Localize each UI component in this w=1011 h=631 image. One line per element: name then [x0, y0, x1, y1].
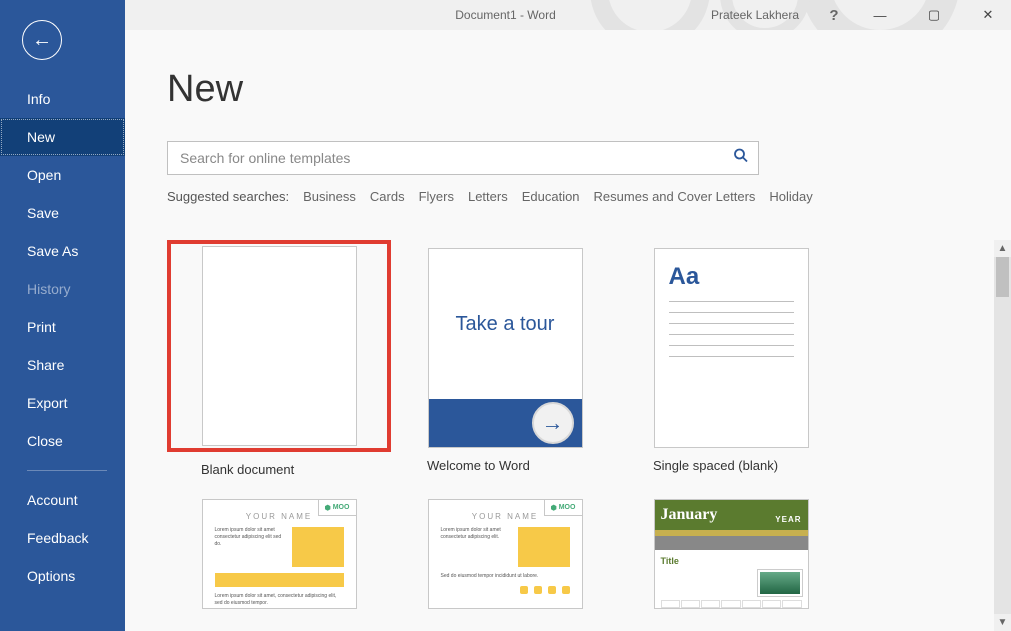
backstage-sidebar: ← Info New Open Save Save As History Pri… [0, 0, 125, 631]
search-input[interactable] [167, 141, 759, 175]
template-grid-wrap: Blank document Take a tour → Welcome to … [167, 240, 991, 631]
help-button[interactable]: ? [819, 0, 849, 30]
suggested-link-flyers[interactable]: Flyers [419, 189, 454, 204]
suggested-link-resumes[interactable]: Resumes and Cover Letters [594, 189, 756, 204]
sidebar-item-options[interactable]: Options [0, 557, 125, 595]
suggested-label: Suggested searches: [167, 189, 289, 204]
sidebar-item-info[interactable]: Info [0, 80, 125, 118]
sidebar-item-label: Close [27, 433, 63, 449]
moo-badge: ⬢MOO [544, 500, 582, 516]
arrow-right-icon: → [532, 402, 574, 444]
template-welcome-to-word[interactable]: Take a tour → Welcome to Word [393, 240, 617, 477]
template-single-spaced[interactable]: Aa Single spaced (blank) [619, 240, 843, 477]
sidebar-item-label: Account [27, 492, 78, 508]
sidebar-item-save[interactable]: Save [0, 194, 125, 232]
scroll-up-button[interactable]: ▲ [994, 240, 1011, 257]
template-thumbnail: ⬢MOO YOUR NAME Lorem ipsum dolor sit ame… [202, 499, 357, 609]
calendar-year: YEAR [775, 515, 801, 524]
sidebar-item-open[interactable]: Open [0, 156, 125, 194]
template-moo-resume-1[interactable]: ⬢MOO YOUR NAME Lorem ipsum dolor sit ame… [167, 499, 391, 609]
template-blank-document[interactable]: Blank document [167, 240, 391, 477]
aa-text: Aa [669, 263, 794, 291]
sidebar-item-history: History [0, 270, 125, 308]
sidebar-item-label: Info [27, 91, 50, 107]
calendar-month: January [661, 506, 718, 524]
title-bar: Document1 - Word Prateek Lakhera ? — ▢ ✕ [0, 0, 1011, 30]
sidebar-item-label: New [27, 129, 55, 145]
moo-badge: ⬢MOO [318, 500, 356, 516]
user-name[interactable]: Prateek Lakhera [711, 8, 799, 22]
template-highlight [167, 240, 391, 452]
take-a-tour-text: Take a tour [429, 249, 582, 399]
sidebar-item-label: Options [27, 568, 75, 584]
template-grid: Blank document Take a tour → Welcome to … [167, 240, 991, 609]
close-button[interactable]: ✕ [965, 0, 1011, 30]
template-calendar[interactable]: January YEAR Title [619, 499, 843, 609]
restore-button[interactable]: ▢ [911, 0, 957, 30]
sidebar-item-share[interactable]: Share [0, 346, 125, 384]
template-thumbnail: Take a tour → [428, 248, 583, 448]
sidebar-item-feedback[interactable]: Feedback [0, 519, 125, 557]
sidebar-item-label: Print [27, 319, 56, 335]
minimize-button[interactable]: — [857, 0, 903, 30]
sidebar-item-label: Save As [27, 243, 78, 259]
template-thumbnail: Aa [654, 248, 809, 448]
template-label: Welcome to Word [393, 458, 617, 473]
scroll-thumb[interactable] [996, 257, 1009, 297]
template-thumbnail [202, 246, 357, 446]
template-thumbnail: ⬢MOO YOUR NAME Lorem ipsum dolor sit ame… [428, 499, 583, 609]
sidebar-item-label: History [27, 281, 71, 297]
back-button[interactable]: ← [22, 20, 62, 60]
sidebar-item-print[interactable]: Print [0, 308, 125, 346]
sidebar-item-save-as[interactable]: Save As [0, 232, 125, 270]
template-label: Single spaced (blank) [619, 458, 843, 473]
sidebar-item-label: Share [27, 357, 64, 373]
sidebar-item-account[interactable]: Account [0, 481, 125, 519]
sidebar-item-export[interactable]: Export [0, 384, 125, 422]
window-title: Document1 - Word [455, 8, 555, 22]
template-thumbnail: January YEAR Title [654, 499, 809, 609]
sidebar-item-new[interactable]: New [0, 118, 125, 156]
calendar-image-icon [758, 570, 802, 596]
sidebar-separator [27, 470, 107, 471]
search-wrap [167, 141, 759, 175]
suggested-link-business[interactable]: Business [303, 189, 356, 204]
suggested-link-holiday[interactable]: Holiday [769, 189, 812, 204]
page-title: New [167, 68, 1011, 111]
sidebar-item-label: Save [27, 205, 59, 221]
scroll-track[interactable] [994, 257, 1011, 614]
main-panel: New Suggested searches: Business Cards F… [125, 30, 1011, 631]
sidebar-item-label: Feedback [27, 530, 88, 546]
sidebar-item-label: Export [27, 395, 67, 411]
suggested-link-cards[interactable]: Cards [370, 189, 405, 204]
template-label: Blank document [167, 462, 391, 477]
suggested-link-education[interactable]: Education [522, 189, 580, 204]
suggested-link-letters[interactable]: Letters [468, 189, 508, 204]
sidebar-item-close[interactable]: Close [0, 422, 125, 460]
back-arrow-icon: ← [32, 29, 52, 52]
suggested-searches: Suggested searches: Business Cards Flyer… [167, 189, 1011, 204]
scroll-down-button[interactable]: ▼ [994, 614, 1011, 631]
template-moo-resume-2[interactable]: ⬢MOO YOUR NAME Lorem ipsum dolor sit ame… [393, 499, 617, 609]
sidebar-item-label: Open [27, 167, 61, 183]
calendar-title: Title [661, 556, 802, 566]
title-bar-right: Prateek Lakhera ? — ▢ ✕ [711, 0, 1011, 30]
